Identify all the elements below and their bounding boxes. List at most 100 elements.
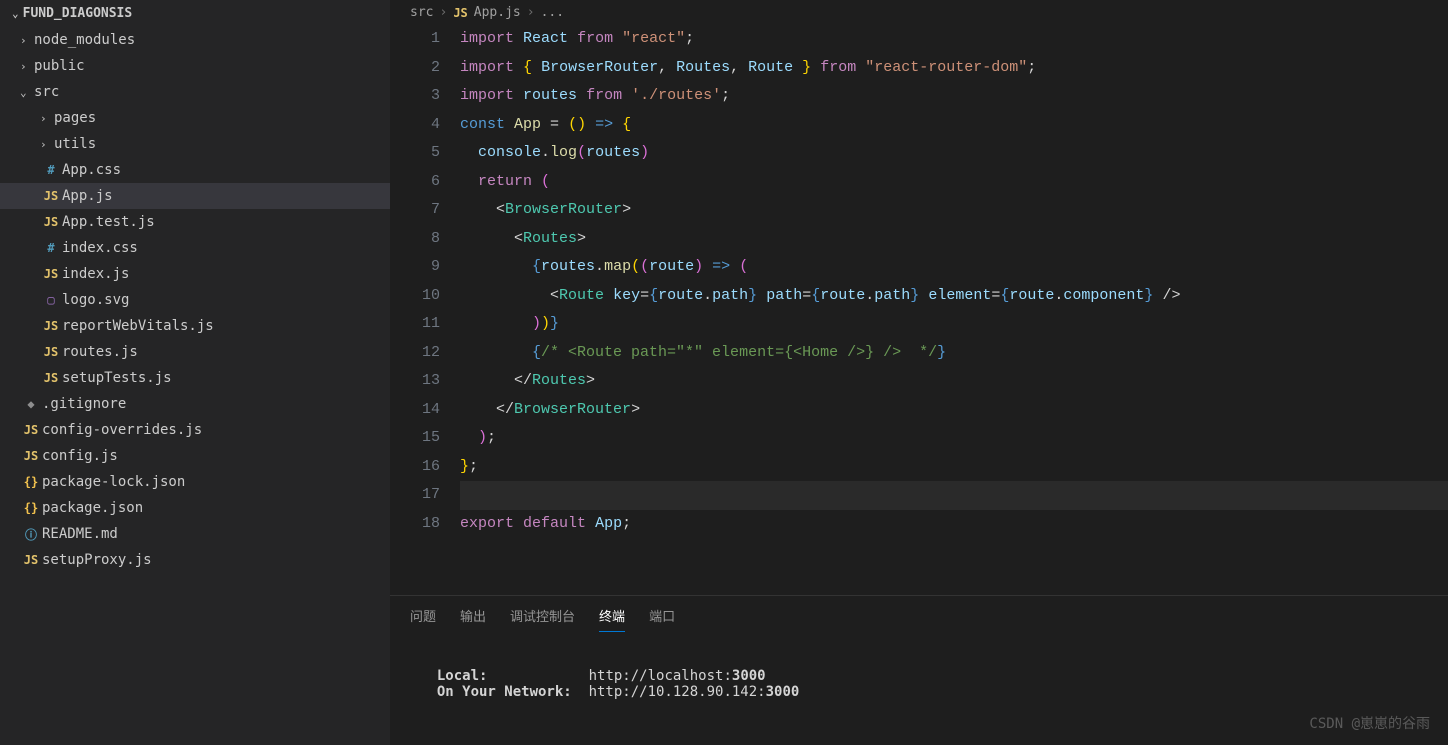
tree-item-label: public [34,58,85,74]
code-line[interactable]: import routes from './routes'; [460,82,1448,111]
explorer-sidebar: ⌄ FUND_DIAGONSIS ›node_modules›public⌄sr… [0,0,390,745]
code-line[interactable]: <Route key={route.path} path={route.path… [460,282,1448,311]
code-line[interactable]: {routes.map((route) => ( [460,253,1448,282]
js-file-icon: JS [453,6,467,20]
file-item[interactable]: #App.css [0,157,390,183]
code-line[interactable]: import { BrowserRouter, Routes, Route } … [460,54,1448,83]
chevron-right-icon: › [439,5,447,20]
code-line[interactable]: ); [460,424,1448,453]
code-line[interactable]: <BrowserRouter> [460,196,1448,225]
code-line[interactable]: </BrowserRouter> [460,396,1448,425]
line-number: 18 [390,510,440,539]
code-editor[interactable]: 123456789101112131415161718 import React… [390,25,1448,595]
css-file-icon: # [40,163,62,177]
panel-tab[interactable]: 调试控制台 [510,606,575,632]
file-item[interactable]: JSApp.test.js [0,209,390,235]
folder-item[interactable]: ⌄src [0,79,390,105]
chevron-right-icon: › [20,34,34,47]
md-file-icon: ⓘ [20,526,42,543]
terminal-output[interactable]: Local: http://localhost:3000 On Your Net… [390,632,1448,745]
code-line[interactable]: ))} [460,310,1448,339]
tree-item-label: reportWebVitals.js [62,318,214,334]
watermark: CSDN @崽崽的谷雨 [1309,713,1430,733]
tree-item-label: pages [54,110,96,126]
file-item[interactable]: JSconfig-overrides.js [0,417,390,443]
file-item[interactable]: JSconfig.js [0,443,390,469]
line-number: 8 [390,225,440,254]
file-item[interactable]: #index.css [0,235,390,261]
breadcrumb[interactable]: src › JS App.js › ... [390,0,1448,25]
code-line[interactable]: console.log(routes) [460,139,1448,168]
file-item[interactable]: JSindex.js [0,261,390,287]
breadcrumb-file[interactable]: App.js [474,5,521,20]
line-number: 11 [390,310,440,339]
tree-item-label: index.css [62,240,138,256]
panel-tab[interactable]: 输出 [460,606,486,632]
file-item[interactable]: ▢logo.svg [0,287,390,313]
tree-item-label: setupTests.js [62,370,172,386]
file-item[interactable]: ◆.gitignore [0,391,390,417]
js-file-icon: JS [20,553,42,567]
js-file-icon: JS [40,267,62,281]
folder-item[interactable]: ›node_modules [0,27,390,53]
code-line[interactable]: <Routes> [460,225,1448,254]
code-line[interactable]: }; [460,453,1448,482]
chevron-down-icon: ⌄ [20,86,34,99]
tree-item-label: README.md [42,526,118,542]
line-number: 13 [390,367,440,396]
code-line[interactable]: </Routes> [460,367,1448,396]
line-number: 1 [390,25,440,54]
file-item[interactable]: ⓘREADME.md [0,521,390,547]
chevron-right-icon: › [40,112,54,125]
file-item[interactable]: JSApp.js [0,183,390,209]
file-item[interactable]: JSroutes.js [0,339,390,365]
file-item[interactable]: JSreportWebVitals.js [0,313,390,339]
panel-tab[interactable]: 问题 [410,606,436,632]
project-header[interactable]: ⌄ FUND_DIAGONSIS [0,0,390,27]
code-content[interactable]: import React from "react";import { Brows… [460,25,1448,595]
line-number: 16 [390,453,440,482]
code-line[interactable] [460,481,1448,510]
tree-item-label: App.js [62,188,113,204]
code-line[interactable]: const App = () => { [460,111,1448,140]
file-item[interactable]: JSsetupProxy.js [0,547,390,573]
line-number: 2 [390,54,440,83]
file-item[interactable]: {}package-lock.json [0,469,390,495]
file-item[interactable]: JSsetupTests.js [0,365,390,391]
folder-item[interactable]: ›utils [0,131,390,157]
js-file-icon: JS [20,449,42,463]
breadcrumb-symbol[interactable]: ... [541,5,564,20]
folder-item[interactable]: ›public [0,53,390,79]
chevron-right-icon: › [527,5,535,20]
line-number: 6 [390,168,440,197]
line-number: 7 [390,196,440,225]
css-file-icon: # [40,241,62,255]
bottom-panel: 问题输出调试控制台终端端口 Local: http://localhost:30… [390,595,1448,745]
terminal-local-port: 3000 [732,668,766,684]
tree-item-label: src [34,84,59,100]
code-line[interactable]: return ( [460,168,1448,197]
line-number: 15 [390,424,440,453]
tree-item-label: config-overrides.js [42,422,202,438]
code-line[interactable]: export default App; [460,510,1448,539]
breadcrumb-root[interactable]: src [410,5,433,20]
js-file-icon: JS [40,215,62,229]
tree-item-label: utils [54,136,96,152]
file-item[interactable]: {}package.json [0,495,390,521]
panel-tab[interactable]: 端口 [649,606,675,632]
line-number: 3 [390,82,440,111]
tree-item-label: App.test.js [62,214,155,230]
folder-item[interactable]: ›pages [0,105,390,131]
terminal-network-url: http://10.128.90.142: [589,684,766,700]
line-number: 5 [390,139,440,168]
line-number: 12 [390,339,440,368]
json-file-icon: {} [20,475,42,489]
js-file-icon: JS [40,345,62,359]
terminal-network-label: On Your Network: [437,684,572,700]
line-number-gutter: 123456789101112131415161718 [390,25,460,595]
git-file-icon: ◆ [20,397,42,411]
project-name: FUND_DIAGONSIS [23,6,133,21]
code-line[interactable]: {/* <Route path="*" element={<Home />} /… [460,339,1448,368]
code-line[interactable]: import React from "react"; [460,25,1448,54]
panel-tab[interactable]: 终端 [599,606,625,632]
